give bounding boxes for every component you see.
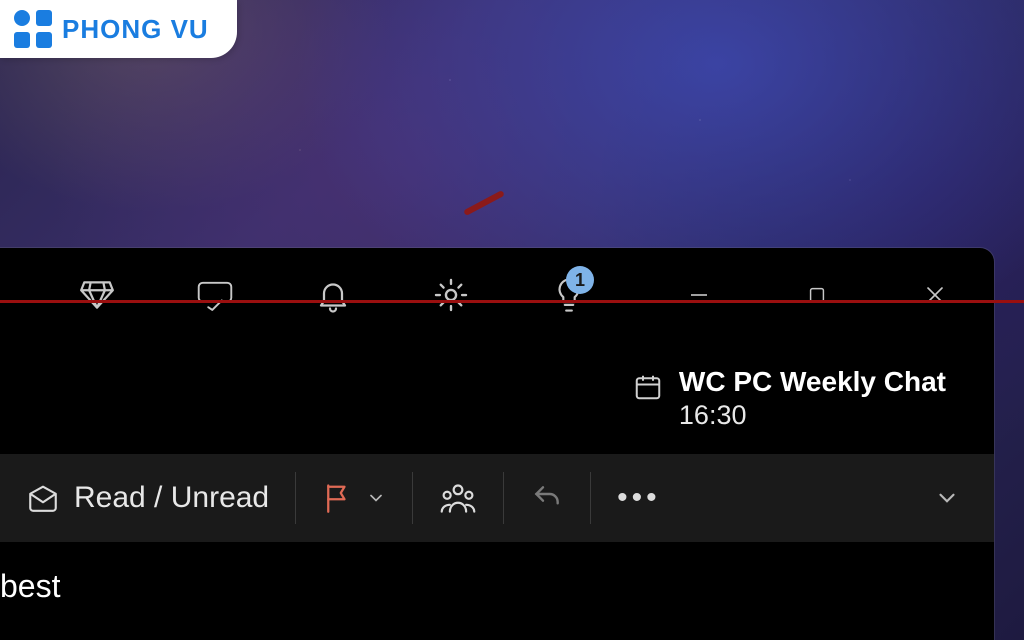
onedrive-check-icon[interactable] <box>196 276 234 314</box>
calendar-icon <box>633 372 663 402</box>
more-actions-button[interactable]: ••• <box>591 454 687 542</box>
window-controls <box>640 248 994 342</box>
watermark-logo: PHONG VU <box>0 0 237 58</box>
app-window: 1 WC PC Weekly Chat 16:30 Re <box>0 248 994 640</box>
envelope-icon <box>26 483 60 513</box>
read-unread-button[interactable]: Read / Unread <box>0 454 295 542</box>
chevron-down-icon <box>366 488 386 508</box>
flag-button[interactable] <box>296 454 412 542</box>
event-title: WC PC Weekly Chat <box>679 366 946 398</box>
ellipsis-icon: ••• <box>617 481 661 515</box>
tips-lightbulb-icon[interactable]: 1 <box>550 276 588 314</box>
people-icon <box>439 481 477 515</box>
close-button[interactable] <box>876 248 994 342</box>
message-snippet: best <box>0 568 60 605</box>
brand-logo-icon <box>14 10 52 48</box>
message-action-bar: Read / Unread ••• <box>0 454 994 542</box>
chevron-down-icon <box>934 485 960 511</box>
title-bar: 1 <box>0 248 994 342</box>
read-unread-label: Read / Unread <box>74 481 269 515</box>
premium-icon[interactable] <box>78 276 116 314</box>
undo-button[interactable] <box>504 454 590 542</box>
minimize-button[interactable] <box>640 248 758 342</box>
flag-icon <box>322 481 352 515</box>
team-button[interactable] <box>413 454 503 542</box>
bell-icon[interactable] <box>314 276 352 314</box>
annotation-line <box>0 300 1024 303</box>
maximize-button[interactable] <box>758 248 876 342</box>
calendar-event-summary[interactable]: WC PC Weekly Chat 16:30 <box>633 366 946 431</box>
brand-name: PHONG VU <box>62 14 209 45</box>
undo-icon <box>530 482 564 514</box>
collapse-button[interactable] <box>934 485 994 511</box>
event-time: 16:30 <box>679 400 946 431</box>
settings-icon[interactable] <box>432 276 470 314</box>
notification-badge: 1 <box>566 266 594 294</box>
